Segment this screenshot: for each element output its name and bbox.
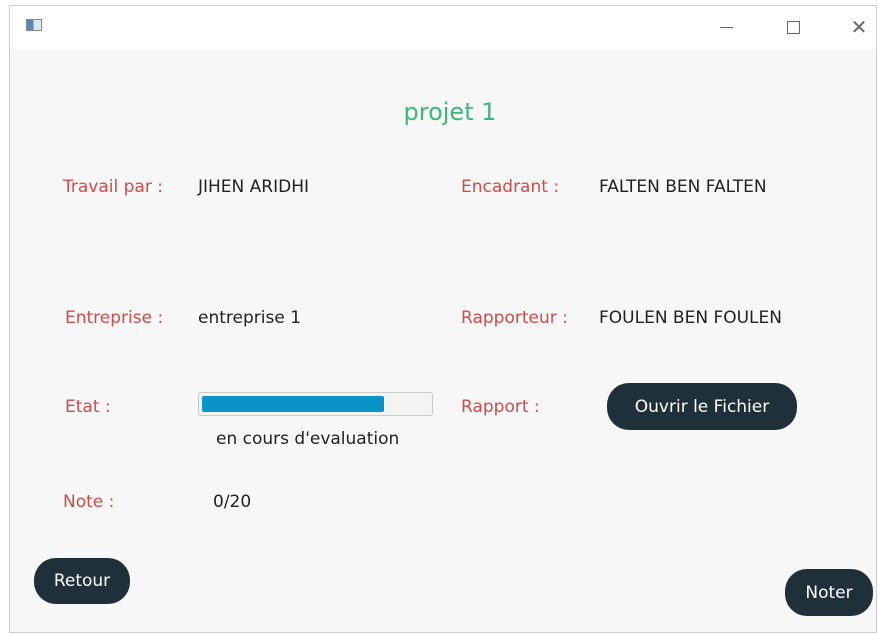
rapport-label: Rapport : — [461, 397, 540, 417]
close-button[interactable]: ✕ — [839, 14, 878, 40]
maximize-icon — [786, 20, 800, 34]
app-icon — [26, 19, 42, 31]
close-icon: ✕ — [850, 15, 868, 39]
note-value: 0/20 — [213, 492, 252, 512]
back-button[interactable]: Retour — [34, 558, 130, 604]
evaluation-status: en cours d'evaluation — [216, 429, 400, 449]
evaluation-progress-bar — [198, 392, 433, 416]
entreprise-value: entreprise 1 — [198, 308, 302, 328]
travail-par-value: JIHEN ARIDHI — [198, 177, 310, 197]
minimize-icon — [719, 26, 733, 28]
project-title: projet 1 — [403, 98, 497, 126]
title-bar: ✕ — [10, 6, 876, 49]
minimize-button[interactable] — [706, 14, 746, 40]
maximize-button[interactable] — [773, 14, 813, 40]
encadrant-value: FALTEN BEN FALTEN — [599, 177, 767, 197]
encadrant-label: Encadrant : — [461, 177, 560, 197]
grade-button[interactable]: Noter — [785, 569, 873, 616]
open-file-button[interactable]: Ouvrir le Fichier — [607, 383, 797, 430]
travail-par-label: Travail par : — [63, 177, 163, 197]
rapporteur-value: FOULEN BEN FOULEN — [599, 308, 782, 328]
progress-fill — [202, 396, 384, 412]
note-label: Note : — [63, 492, 115, 512]
etat-label: Etat : — [65, 397, 111, 417]
rapporteur-label: Rapporteur : — [461, 308, 568, 328]
entreprise-label: Entreprise : — [65, 308, 164, 328]
project-window: ✕ projet 1 Travail par : JIHEN ARIDHI En… — [9, 5, 877, 633]
